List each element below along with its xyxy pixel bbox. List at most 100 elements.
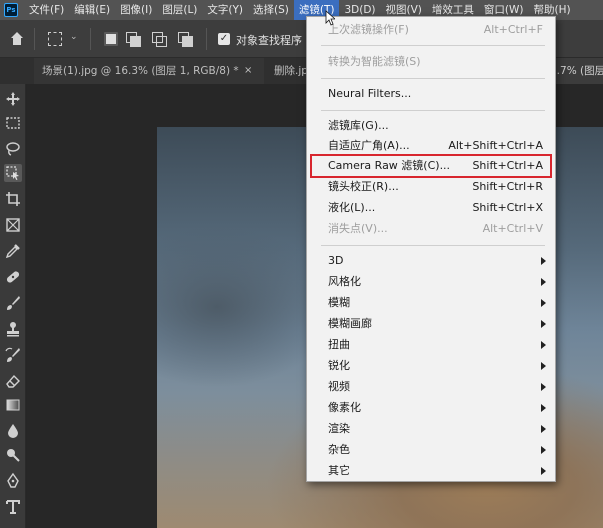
blur-tool-icon[interactable]: [4, 422, 22, 440]
menu-item-blur[interactable]: 模糊: [307, 293, 555, 313]
menu-select[interactable]: 选择(S): [248, 0, 294, 20]
pen-tool-icon[interactable]: [4, 472, 22, 490]
submenu-arrow-icon: [541, 320, 546, 328]
highlight-annotation-box: [310, 154, 552, 178]
menu-item-label: Neural Filters...: [328, 87, 412, 100]
menu-item-label: 扭曲: [328, 338, 350, 351]
menu-file[interactable]: 文件(F): [24, 0, 69, 20]
menu-item-distort[interactable]: 扭曲: [307, 335, 555, 355]
menu-item-label: 视频: [328, 380, 350, 393]
menu-item-label: 上次滤镜操作(F): [328, 23, 409, 36]
menu-item-video[interactable]: 视频: [307, 377, 555, 397]
close-icon[interactable]: ×: [244, 58, 252, 84]
menu-item-label: 杂色: [328, 443, 350, 456]
menu-item-label: 其它: [328, 464, 350, 477]
menu-item-blur-gallery[interactable]: 模糊画廊: [307, 314, 555, 334]
menu-item-neural-filters[interactable]: Neural Filters...: [307, 84, 555, 104]
frame-tool-icon[interactable]: [4, 216, 22, 234]
menu-divider: [321, 110, 545, 111]
menu-item-label: 3D: [328, 254, 344, 267]
menu-item-shortcut: Alt+Ctrl+V: [482, 222, 543, 235]
menu-item-lens-correction[interactable]: 镜头校正(R)... Shift+Ctrl+R: [307, 177, 555, 197]
new-selection-mode-icon[interactable]: [104, 32, 118, 46]
add-selection-mode-icon[interactable]: [126, 32, 141, 47]
mouse-cursor-icon: [325, 10, 335, 26]
gradient-tool-icon[interactable]: [4, 396, 22, 414]
home-icon[interactable]: [10, 32, 24, 46]
submenu-arrow-icon: [541, 446, 546, 454]
crop-tool-icon[interactable]: [4, 190, 22, 208]
history-brush-tool-icon[interactable]: [4, 346, 22, 364]
menu-item-sharpen[interactable]: 锐化: [307, 356, 555, 376]
submenu-arrow-icon: [541, 299, 546, 307]
submenu-arrow-icon: [541, 257, 546, 265]
chevron-down-icon[interactable]: ⌄: [70, 32, 84, 46]
brush-tool-icon[interactable]: [4, 294, 22, 312]
menu-item-shortcut: Shift+Ctrl+R: [472, 180, 543, 193]
menu-item-shortcut: Alt+Shift+Ctrl+A: [448, 139, 543, 152]
menu-edit[interactable]: 编辑(E): [69, 0, 115, 20]
menu-item-render[interactable]: 渲染: [307, 419, 555, 439]
menu-image[interactable]: 图像(I): [115, 0, 157, 20]
submenu-arrow-icon: [541, 404, 546, 412]
menu-item-label: 自适应广角(A)...: [328, 139, 410, 152]
menu-item-3d[interactable]: 3D: [307, 251, 555, 271]
menu-divider: [321, 245, 545, 246]
options-divider: [90, 28, 91, 50]
submenu-arrow-icon: [541, 341, 546, 349]
menu-item-stylize[interactable]: 风格化: [307, 272, 555, 292]
menu-type[interactable]: 文字(Y): [202, 0, 248, 20]
type-tool-icon[interactable]: [4, 498, 22, 516]
object-selection-tool-icon[interactable]: [4, 164, 22, 182]
document-tab-title: 场景(1).jpg @ 16.3% (图层 1, RGB/8) *: [42, 65, 239, 77]
lasso-tool-icon[interactable]: [4, 140, 22, 158]
submenu-arrow-icon: [541, 467, 546, 475]
submenu-arrow-icon: [541, 362, 546, 370]
object-selection-tool-icon[interactable]: [48, 32, 62, 46]
menu-item-last-filter[interactable]: 上次滤镜操作(F) Alt+Ctrl+F: [307, 20, 555, 40]
submenu-arrow-icon: [541, 383, 546, 391]
marquee-tool-icon[interactable]: [4, 114, 22, 132]
options-divider: [34, 28, 35, 50]
menu-item-other[interactable]: 其它: [307, 461, 555, 481]
dodge-tool-icon[interactable]: [4, 446, 22, 464]
menu-item-label: 锐化: [328, 359, 350, 372]
options-divider: [206, 28, 207, 50]
menu-item-label: 镜头校正(R)...: [328, 180, 399, 193]
photoshop-logo-icon: Ps: [4, 3, 18, 17]
menu-item-liquify[interactable]: 液化(L)... Shift+Ctrl+X: [307, 198, 555, 218]
subtract-selection-mode-icon[interactable]: [152, 32, 167, 47]
menu-item-label: 风格化: [328, 275, 361, 288]
menu-item-pixelate[interactable]: 像素化: [307, 398, 555, 418]
document-tab-title: 6.7% (图层: [550, 65, 603, 77]
menu-item-label: 转换为智能滤镜(S): [328, 55, 421, 68]
healing-brush-tool-icon[interactable]: [4, 268, 22, 286]
move-tool-icon[interactable]: [4, 90, 22, 108]
menu-item-label: 渲染: [328, 422, 350, 435]
menu-item-label: 消失点(V)...: [328, 222, 388, 235]
menu-divider: [321, 78, 545, 79]
submenu-arrow-icon: [541, 278, 546, 286]
menu-divider: [321, 45, 545, 46]
menu-item-filter-gallery[interactable]: 滤镜库(G)...: [307, 116, 555, 136]
menu-layer[interactable]: 图层(L): [157, 0, 202, 20]
menu-item-label: 像素化: [328, 401, 361, 414]
document-tab-right[interactable]: 6.7% (图层: [548, 58, 603, 84]
clone-stamp-tool-icon[interactable]: [4, 320, 22, 338]
document-tab-scene[interactable]: 场景(1).jpg @ 16.3% (图层 1, RGB/8) *: [34, 58, 264, 84]
intersect-selection-mode-icon[interactable]: [178, 32, 193, 47]
eraser-tool-icon[interactable]: [4, 372, 22, 390]
menu-item-vanishing-point[interactable]: 消失点(V)... Alt+Ctrl+V: [307, 219, 555, 239]
menu-item-label: 滤镜库(G)...: [328, 119, 389, 132]
menu-item-label: 模糊画廊: [328, 317, 372, 330]
menu-item-label: 模糊: [328, 296, 350, 309]
menu-item-adaptive-wide-angle[interactable]: 自适应广角(A)... Alt+Shift+Ctrl+A: [307, 136, 555, 156]
eyedropper-tool-icon[interactable]: [4, 242, 22, 260]
menu-item-label: 液化(L)...: [328, 201, 376, 214]
menu-item-convert-smart-filter[interactable]: 转换为智能滤镜(S): [307, 52, 555, 72]
menu-item-shortcut: Alt+Ctrl+F: [483, 23, 543, 36]
submenu-arrow-icon: [541, 425, 546, 433]
menu-item-noise[interactable]: 杂色: [307, 440, 555, 460]
object-finder-checkbox[interactable]: ✓: [218, 33, 230, 45]
tools-panel: [0, 84, 26, 528]
